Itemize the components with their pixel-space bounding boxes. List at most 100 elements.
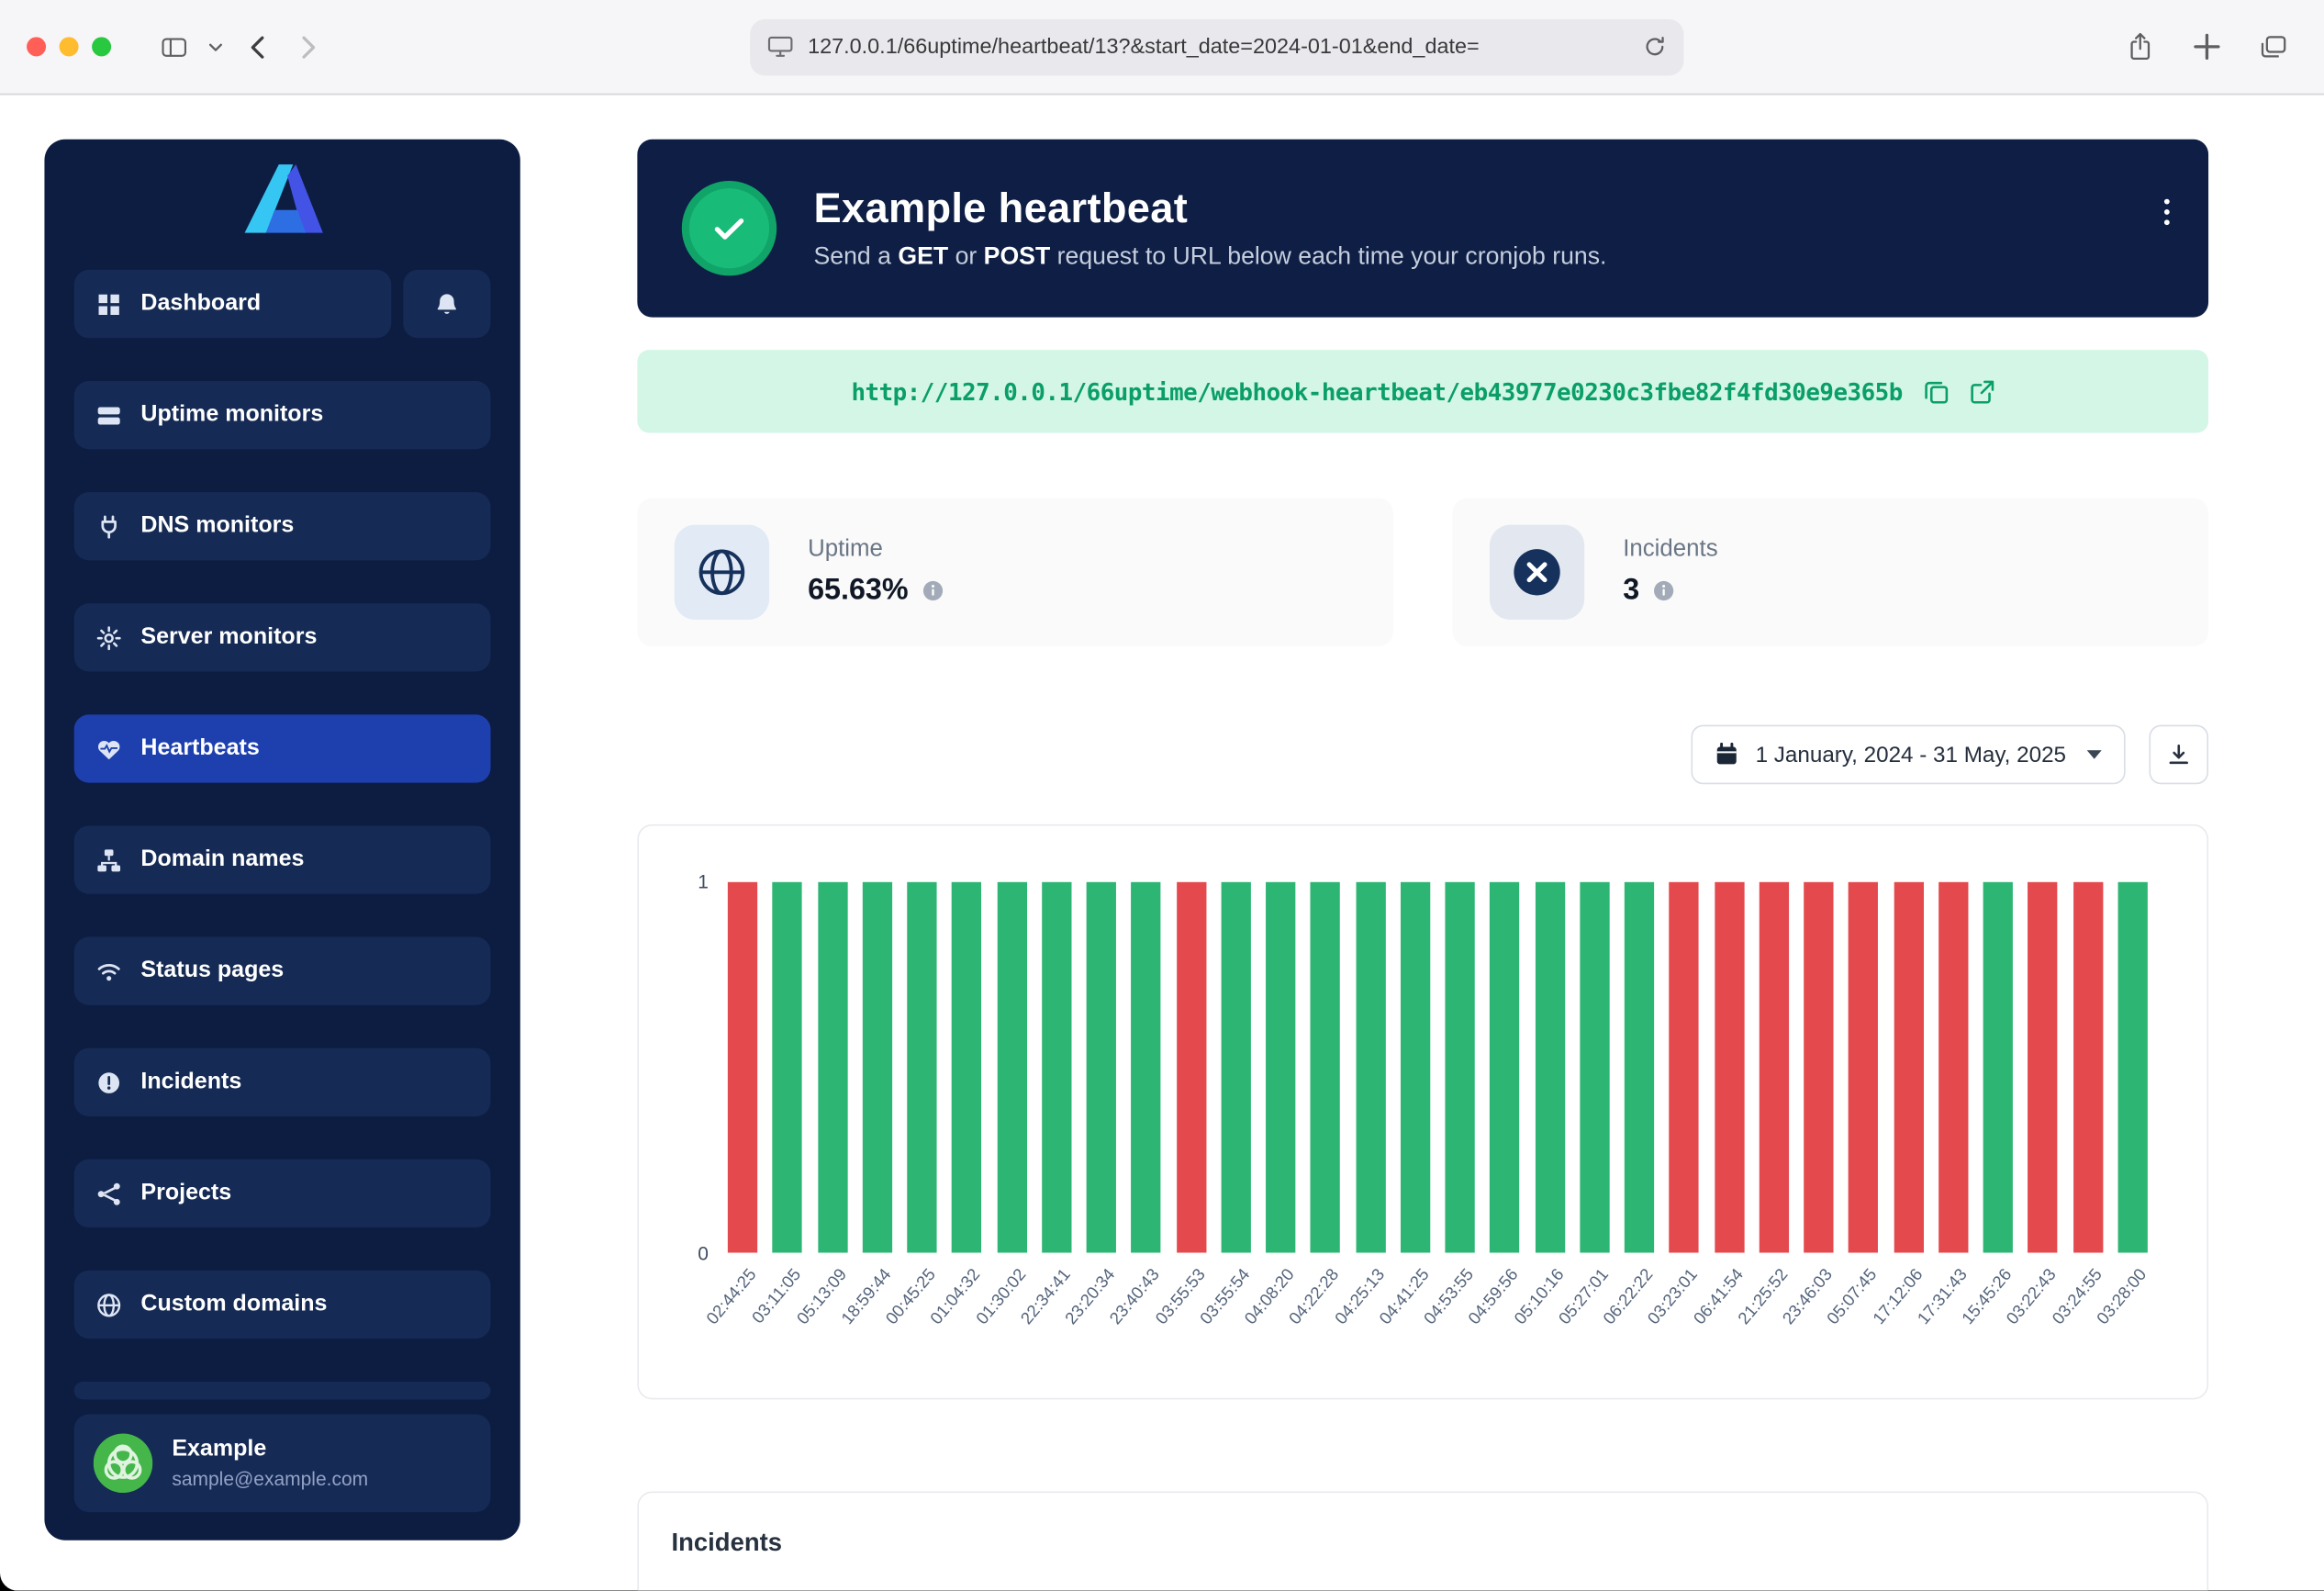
chart-bar-column[interactable]: 17:12:06	[1894, 882, 1923, 1253]
notifications-bell-button[interactable]	[403, 270, 490, 338]
sidebar-item-uptime-monitors[interactable]: Uptime monitors	[74, 381, 491, 449]
chart-bar-column[interactable]: 04:22:28	[1311, 882, 1340, 1253]
chart-bar-column[interactable]: 05:27:01	[1580, 882, 1609, 1253]
chart-bar-column[interactable]: 01:04:32	[952, 882, 981, 1253]
user-card[interactable]: Example sample@example.com	[74, 1415, 491, 1513]
sidebar-item-status-pages[interactable]: Status pages	[74, 937, 491, 1005]
chart-bar-down[interactable]	[1804, 882, 1833, 1253]
chart-bar-column[interactable]: 02:44:25	[728, 882, 757, 1253]
chart-bar-column[interactable]: 15:45:26	[1983, 882, 2013, 1253]
chart-bar-up[interactable]	[1445, 882, 1474, 1253]
sidebar-item-dns-monitors[interactable]: DNS monitors	[74, 492, 491, 560]
sidebar-item-custom-domains[interactable]: Custom domains	[74, 1271, 491, 1339]
browser-window: 127.0.0.1/66uptime/heartbeat/13?&start_d…	[0, 0, 2324, 1591]
website-settings-icon[interactable]	[767, 36, 792, 58]
tab-overview-icon[interactable]	[2250, 25, 2297, 69]
date-range-button[interactable]: 1 January, 2024 - 31 May, 2025	[1692, 725, 2125, 785]
chart-bar-column[interactable]: 03:24:55	[2073, 882, 2102, 1253]
reload-icon[interactable]	[1644, 36, 1666, 58]
chart-bar-up[interactable]	[1266, 882, 1295, 1253]
new-tab-icon[interactable]	[2184, 25, 2231, 69]
chart-bar-down[interactable]	[2028, 882, 2057, 1253]
chart-bar-column[interactable]: 04:59:56	[1490, 882, 1519, 1253]
incidents-section: Incidents	[637, 1491, 2208, 1590]
chart-bar-down[interactable]	[1759, 882, 1788, 1253]
chart-bar-down[interactable]	[1849, 882, 1878, 1253]
chart-bar-up[interactable]	[2117, 882, 2147, 1253]
sidebar-toggle-icon[interactable]	[150, 25, 197, 69]
chart-bar-up[interactable]	[1580, 882, 1609, 1253]
chart-bar-column[interactable]: 04:53:55	[1445, 882, 1474, 1253]
chart-bar-column[interactable]: 05:07:45	[1849, 882, 1878, 1253]
chart-bar-column[interactable]: 03:23:01	[1670, 882, 1699, 1253]
chart-bar-down[interactable]	[1939, 882, 1968, 1253]
chart-bar-up[interactable]	[1131, 882, 1160, 1253]
chart-bar-column[interactable]: 03:55:53	[1176, 882, 1205, 1253]
chart-bar-column[interactable]: 04:08:20	[1266, 882, 1295, 1253]
download-button[interactable]	[2149, 725, 2208, 785]
sidebar-item-label: Incidents	[140, 1069, 241, 1095]
chart-bar-up[interactable]	[1490, 882, 1519, 1253]
chart-bar-column[interactable]: 23:20:34	[1087, 882, 1116, 1253]
sidebar-item-partial[interactable]	[74, 1382, 491, 1399]
chart-bar-column[interactable]: 04:25:13	[1356, 882, 1385, 1253]
info-icon[interactable]	[1653, 579, 1675, 601]
chart-bar-down[interactable]	[1894, 882, 1923, 1253]
chart-bar-up[interactable]	[862, 882, 891, 1253]
chart-bar-up[interactable]	[1535, 882, 1564, 1253]
chart-bar-column[interactable]: 06:22:22	[1625, 882, 1654, 1253]
chart-bar-column[interactable]: 23:40:43	[1131, 882, 1160, 1253]
chart-bar-up[interactable]	[1042, 882, 1071, 1253]
chart-bar-up[interactable]	[907, 882, 936, 1253]
zoom-window-button[interactable]	[92, 37, 111, 56]
kebab-menu-icon[interactable]	[2164, 198, 2170, 230]
chart-bar-down[interactable]	[2073, 882, 2102, 1253]
chart-bar-down[interactable]	[1670, 882, 1699, 1253]
chart-bar-up[interactable]	[1983, 882, 2013, 1253]
sidebar-item-dashboard[interactable]: Dashboard	[74, 270, 392, 338]
chart-bar-column[interactable]: 18:59:44	[862, 882, 891, 1253]
sidebar-item-projects[interactable]: Projects	[74, 1160, 491, 1227]
chart-bar-up[interactable]	[773, 882, 802, 1253]
close-window-button[interactable]	[27, 37, 46, 56]
sidebar-item-heartbeats[interactable]: Heartbeats	[74, 714, 491, 782]
sidebar-item-incidents[interactable]: Incidents	[74, 1048, 491, 1116]
chart-bar-column[interactable]: 03:11:05	[773, 882, 802, 1253]
chart-bar-down[interactable]	[1176, 882, 1205, 1253]
external-link-icon[interactable]	[1969, 379, 1994, 404]
chevron-down-icon[interactable]	[202, 25, 229, 69]
chart-bar-column[interactable]: 21:25:52	[1759, 882, 1788, 1253]
chart-bar-up[interactable]	[997, 882, 1026, 1253]
chart-bar-column[interactable]: 03:22:43	[2028, 882, 2057, 1253]
chart-bar-column[interactable]: 04:41:25	[1401, 882, 1430, 1253]
chart-bar-column[interactable]: 22:34:41	[1042, 882, 1071, 1253]
chart-bar-up[interactable]	[1356, 882, 1385, 1253]
chart-bar-column[interactable]: 17:31:43	[1939, 882, 1968, 1253]
sidebar-item-server-monitors[interactable]: Server monitors	[74, 603, 491, 671]
chart-bar-column[interactable]: 03:28:00	[2117, 882, 2147, 1253]
chart-bar-down[interactable]	[728, 882, 757, 1253]
share-icon[interactable]	[2117, 25, 2164, 69]
chart-bar-up[interactable]	[952, 882, 981, 1253]
chart-bar-up[interactable]	[1401, 882, 1430, 1253]
chart-bar-column[interactable]: 03:55:54	[1221, 882, 1250, 1253]
back-icon[interactable]	[233, 25, 281, 69]
info-icon[interactable]	[922, 579, 944, 601]
sidebar-item-domain-names[interactable]: Domain names	[74, 825, 491, 893]
minimize-window-button[interactable]	[60, 37, 79, 56]
chart-bar-column[interactable]: 05:13:09	[818, 882, 847, 1253]
chart-bar-column[interactable]: 00:45:25	[907, 882, 936, 1253]
chart-bar-up[interactable]	[1087, 882, 1116, 1253]
address-bar[interactable]: 127.0.0.1/66uptime/heartbeat/13?&start_d…	[750, 18, 1683, 74]
chart-bar-up[interactable]	[1625, 882, 1654, 1253]
chart-bar-column[interactable]: 23:46:03	[1804, 882, 1833, 1253]
chart-bar-down[interactable]	[1715, 882, 1744, 1253]
chart-bar-up[interactable]	[1311, 882, 1340, 1253]
copy-icon[interactable]	[1923, 379, 1948, 404]
chart-bar-up[interactable]	[1221, 882, 1250, 1253]
chart-bar-column[interactable]: 01:30:02	[997, 882, 1026, 1253]
chart-bar-column[interactable]: 06:41:54	[1715, 882, 1744, 1253]
chart-bar-column[interactable]: 05:10:16	[1535, 882, 1564, 1253]
sidebar-nav-row: Custom domains	[74, 1271, 491, 1339]
chart-bar-up[interactable]	[818, 882, 847, 1253]
